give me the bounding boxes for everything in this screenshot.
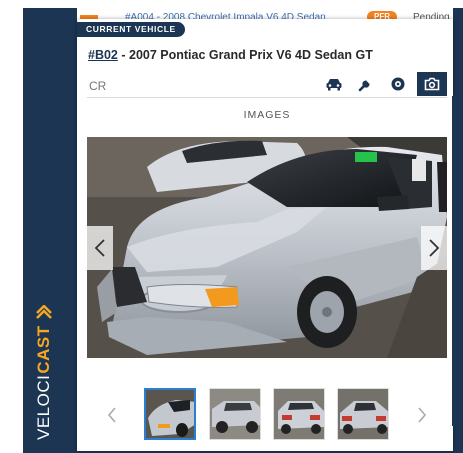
thumbnail-image: [338, 389, 388, 439]
thumbnail-image: [274, 389, 324, 439]
images-heading: IMAGES: [243, 109, 291, 121]
car-icon: [326, 79, 342, 91]
chevron-left-icon: [107, 407, 116, 423]
action-bar: [87, 72, 447, 98]
thumbnail-3[interactable]: [273, 388, 325, 440]
chevron-logo-icon: [36, 305, 52, 320]
main-vehicle-photo: [87, 137, 447, 358]
thumbnail-image: [146, 390, 194, 438]
thumbnail-4[interactable]: [337, 388, 389, 440]
panel-scrollbar[interactable]: [452, 96, 456, 426]
vehicle-photo-image: [87, 137, 447, 358]
thumbnails-next-button[interactable]: [415, 405, 429, 425]
tab-tires[interactable]: [383, 72, 413, 96]
thumbnail-image: [210, 389, 260, 439]
chevron-right-icon: [418, 407, 427, 423]
tab-vehicle[interactable]: [319, 72, 349, 96]
tab-photos[interactable]: [417, 72, 447, 96]
tab-maintenance[interactable]: [351, 72, 381, 96]
thumbnails-prev-button[interactable]: [105, 405, 119, 425]
camera-icon: [424, 77, 440, 91]
current-vehicle-label: CURRENT VEHICLE: [77, 22, 185, 37]
cr-input[interactable]: [87, 76, 311, 96]
velocicast-logo: VELOCI CAST: [33, 290, 55, 440]
thumbnail-1[interactable]: [144, 388, 196, 440]
brand-part2: CAST: [34, 325, 53, 374]
chevron-left-icon: [94, 239, 105, 257]
brand-part1: VELOCI: [34, 374, 53, 440]
vehicle-description: - 2007 Pontiac Grand Prix V6 4D Sedan GT: [117, 48, 373, 62]
thumbnail-2[interactable]: [209, 388, 261, 440]
wrench-icon: [358, 80, 370, 92]
vehicle-number-link[interactable]: #B02: [88, 48, 118, 62]
photo-prev-button[interactable]: [87, 226, 113, 270]
tire-icon: [391, 77, 405, 91]
chevron-right-icon: [429, 239, 440, 257]
vehicle-title: #B02 - 2007 Pontiac Grand Prix V6 4D Sed…: [88, 48, 373, 62]
photo-next-button[interactable]: [421, 226, 447, 270]
